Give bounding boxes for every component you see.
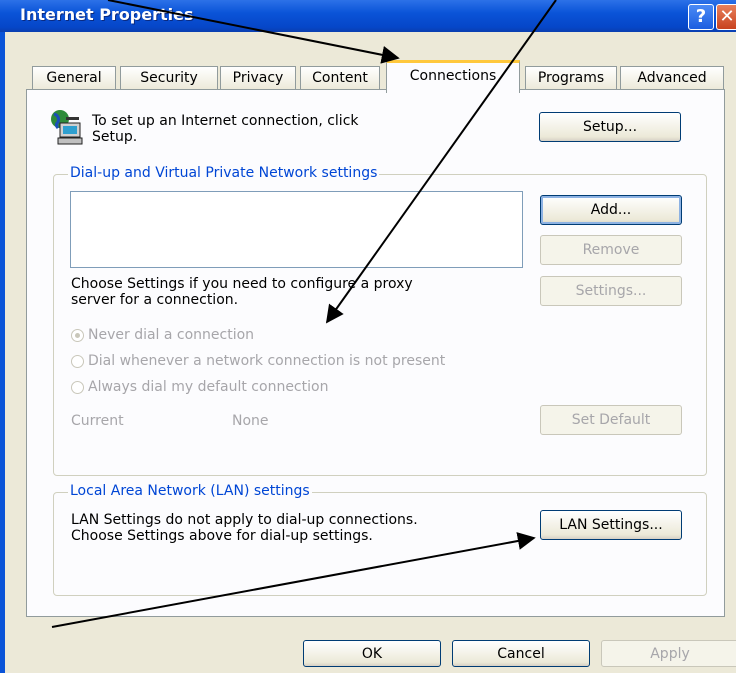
remove-button[interactable]: Remove: [540, 235, 682, 265]
radio-dial-whenever[interactable]: [71, 355, 84, 368]
dialup-legend: Dial-up and Virtual Private Network sett…: [68, 165, 380, 181]
lan-description: LAN Settings do not apply to dial-up con…: [71, 512, 531, 544]
lan-legend: Local Area Network (LAN) settings: [68, 483, 312, 499]
set-default-button[interactable]: Set Default: [540, 405, 682, 435]
internet-properties-window: Internet Properties ? ✕ General Security…: [0, 0, 736, 673]
tab-general[interactable]: General: [32, 66, 116, 90]
help-button[interactable]: ?: [688, 4, 714, 30]
radio-never-dial[interactable]: [71, 329, 84, 342]
setup-text-line2: Setup.: [92, 129, 138, 145]
lan-text-line2: Choose Settings above for dial-up settin…: [71, 528, 373, 544]
ok-button[interactable]: OK: [303, 640, 441, 667]
tab-security[interactable]: Security: [120, 66, 218, 90]
globe-computer-icon: [46, 108, 86, 148]
setup-button[interactable]: Setup...: [539, 112, 681, 142]
current-value: None: [232, 413, 269, 429]
tab-content[interactable]: Content: [300, 66, 380, 90]
current-label: Current: [71, 413, 124, 429]
add-button[interactable]: Add...: [540, 195, 682, 225]
tab-connections[interactable]: Connections: [386, 60, 520, 93]
lan-group-box: [53, 492, 707, 596]
window-title: Internet Properties: [20, 5, 194, 24]
close-icon[interactable]: ✕: [716, 4, 736, 30]
proxy-text-line2: server for a connection.: [71, 292, 239, 308]
radio-always-dial[interactable]: [71, 381, 84, 394]
proxy-text-line1: Choose Settings if you need to configure…: [71, 276, 413, 292]
apply-button[interactable]: Apply: [601, 640, 736, 667]
settings-button[interactable]: Settings...: [540, 276, 682, 306]
radio-never-dial-label: Never dial a connection: [88, 327, 255, 343]
tab-programs[interactable]: Programs: [525, 66, 617, 90]
radio-always-dial-label: Always dial my default connection: [88, 379, 329, 395]
connections-list[interactable]: [70, 191, 523, 268]
proxy-instructions: Choose Settings if you need to configure…: [71, 276, 531, 308]
title-bar[interactable]: Internet Properties ? ✕: [0, 0, 736, 32]
setup-text-line1: To set up an Internet connection, click: [92, 113, 359, 129]
tab-advanced[interactable]: Advanced: [620, 66, 724, 90]
tab-privacy[interactable]: Privacy: [220, 66, 296, 90]
radio-dial-whenever-label: Dial whenever a network connection is no…: [88, 353, 446, 369]
setup-description: To set up an Internet connection, click …: [92, 113, 512, 145]
lan-settings-button[interactable]: LAN Settings...: [540, 510, 682, 540]
lan-text-line1: LAN Settings do not apply to dial-up con…: [71, 512, 418, 528]
cancel-button[interactable]: Cancel: [452, 640, 590, 667]
